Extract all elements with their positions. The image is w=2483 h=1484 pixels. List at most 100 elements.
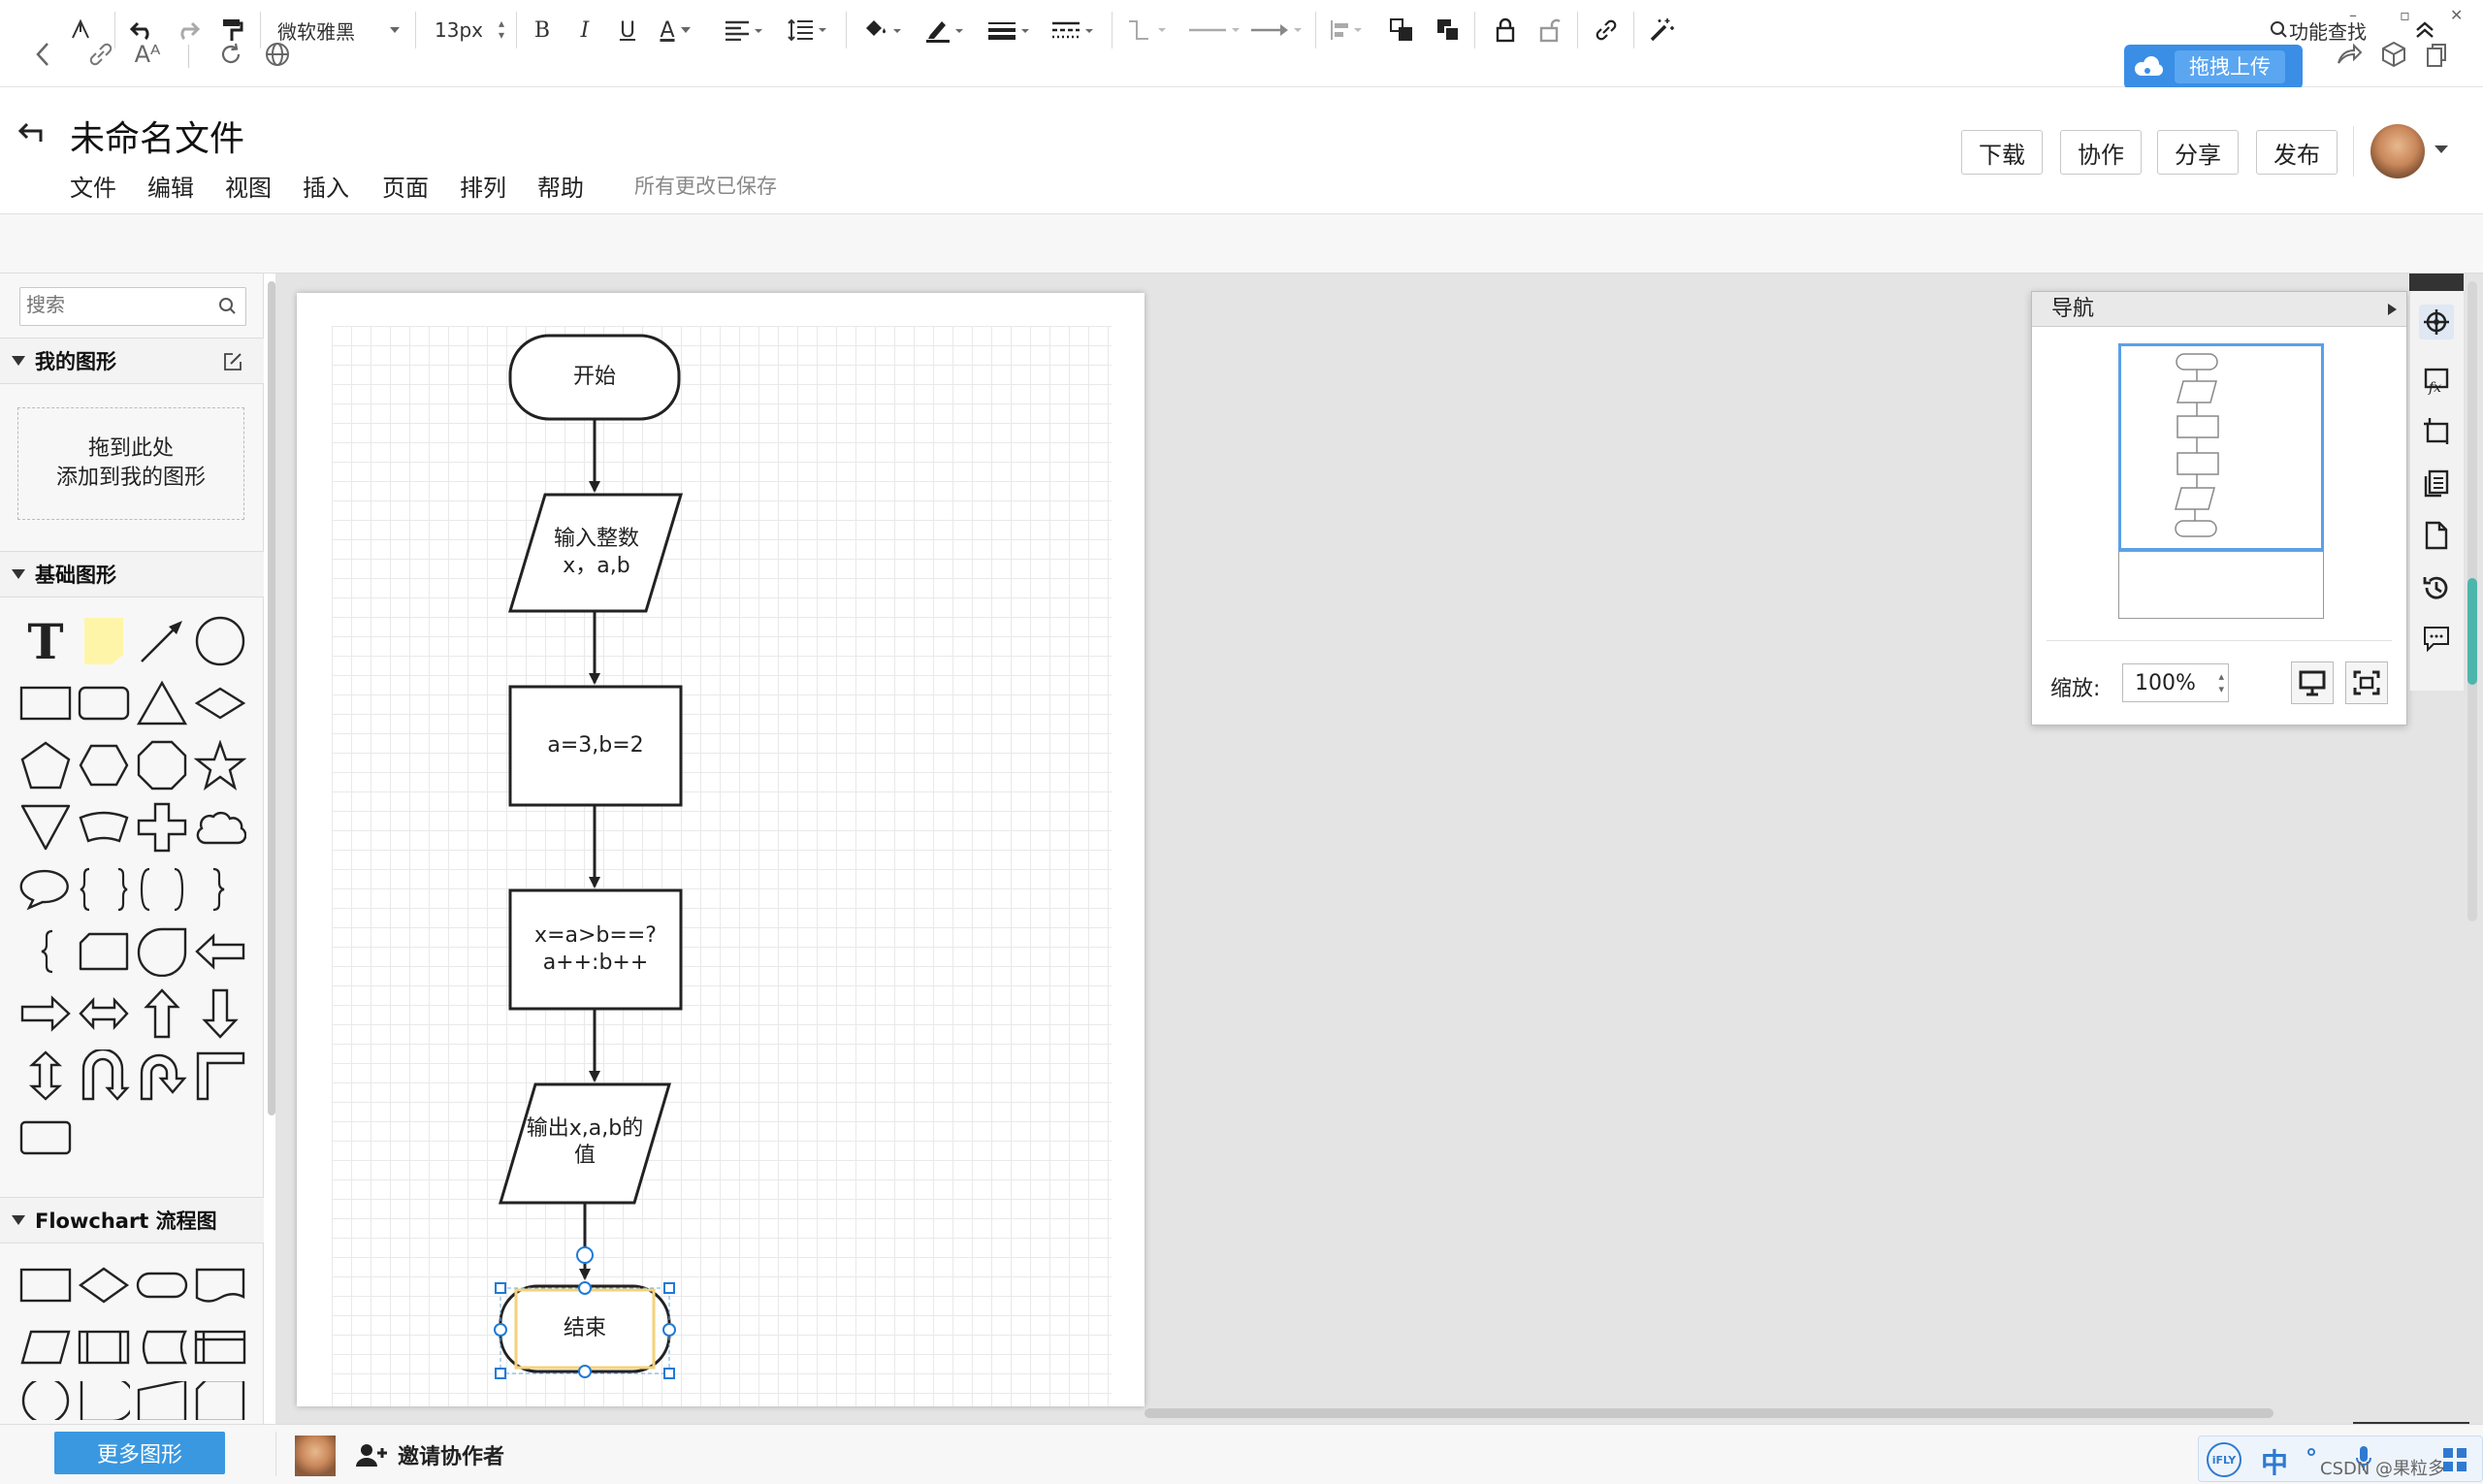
- edit-shapes-icon[interactable]: [223, 352, 242, 371]
- menu-arrange[interactable]: 排列: [460, 169, 506, 203]
- document-title[interactable]: 未命名文件: [70, 111, 244, 161]
- cloud-shape[interactable]: [192, 799, 248, 855]
- collaborator-avatar[interactable]: [295, 1436, 336, 1476]
- caret-down-icon[interactable]: [2435, 145, 2448, 153]
- ime-language-toggle[interactable]: 中: [2261, 1442, 2288, 1481]
- expand-arrow-icon[interactable]: [2388, 304, 2397, 315]
- line-end-icon[interactable]: [1245, 12, 1307, 48]
- invite-collaborators-button[interactable]: 邀请协作者: [355, 1439, 504, 1470]
- left-panel-scrollbar[interactable]: [268, 281, 275, 1115]
- font-color-button[interactable]: A: [656, 12, 694, 48]
- zoom-stepper-icon[interactable]: ▴ ▾: [2218, 670, 2224, 695]
- bold-button[interactable]: B: [528, 12, 557, 48]
- feature-search-button[interactable]: 功能查找: [2260, 12, 2376, 48]
- rounded-rectangle-shape[interactable]: [76, 675, 132, 731]
- back-to-home-icon[interactable]: [17, 120, 47, 144]
- section-basic-shapes[interactable]: 基础图形: [0, 551, 264, 597]
- section-my-shapes[interactable]: 我的图形: [0, 338, 264, 384]
- back-icon[interactable]: [27, 39, 58, 70]
- arrow-down-shape[interactable]: [192, 985, 248, 1042]
- italic-button[interactable]: I: [570, 12, 599, 48]
- format-panel-toggle-icon[interactable]: [64, 12, 97, 48]
- double-arrow-shape[interactable]: [76, 985, 132, 1042]
- redo-icon[interactable]: [171, 12, 204, 48]
- publish-button[interactable]: 发布: [2256, 130, 2338, 175]
- arrow-left-shape[interactable]: [192, 923, 248, 980]
- fit-page-button[interactable]: [2291, 661, 2334, 704]
- line-color-icon[interactable]: [919, 12, 970, 48]
- text-shape[interactable]: T: [17, 613, 74, 670]
- u-turn-arrow-shape[interactable]: [76, 1048, 132, 1104]
- fc-internal-storage-shape[interactable]: [192, 1319, 248, 1375]
- data-attributes-icon[interactable]: fx: [2419, 363, 2454, 398]
- user-avatar[interactable]: [2370, 124, 2425, 178]
- ime-menu-icon[interactable]: [2441, 1446, 2468, 1473]
- card-shape[interactable]: [76, 923, 132, 980]
- fit-window-button[interactable]: [2345, 661, 2388, 704]
- collapse-toolbar-icon[interactable]: [2409, 12, 2440, 48]
- menu-view[interactable]: 视图: [225, 169, 272, 203]
- arrow-right-shape[interactable]: [17, 985, 74, 1042]
- font-family-select[interactable]: 微软雅黑: [277, 14, 403, 47]
- up-down-arrow-shape[interactable]: [17, 1048, 74, 1104]
- line-style-icon[interactable]: [1046, 12, 1100, 48]
- lock-icon[interactable]: [1490, 12, 1521, 48]
- curly-braces-shape[interactable]: [76, 861, 132, 918]
- bracket-pair-shape[interactable]: [134, 861, 190, 918]
- document-icon[interactable]: [2419, 518, 2454, 553]
- menu-file[interactable]: 文件: [70, 169, 116, 203]
- comment-icon[interactable]: [2419, 621, 2454, 656]
- teardrop-shape[interactable]: [134, 923, 190, 980]
- my-shapes-drop-zone[interactable]: 拖到此处 添加到我的图形: [17, 407, 244, 520]
- collaborate-button[interactable]: 协作: [2060, 130, 2142, 175]
- fc-terminator-shape[interactable]: [134, 1257, 190, 1313]
- text-align-icon[interactable]: [718, 12, 768, 48]
- share-button[interactable]: 分享: [2157, 130, 2239, 175]
- close-window-button[interactable]: ✕: [2450, 6, 2463, 24]
- history-icon[interactable]: [2419, 570, 2454, 605]
- arrow-up-shape[interactable]: [134, 985, 190, 1042]
- menu-page[interactable]: 页面: [382, 169, 429, 203]
- fc-data-shape[interactable]: [17, 1319, 74, 1375]
- menu-edit[interactable]: 编辑: [147, 169, 194, 203]
- horizontal-scrollbar-thumb[interactable]: [1145, 1408, 2273, 1418]
- connector-type-icon[interactable]: [1121, 12, 1174, 48]
- end-node-label[interactable]: 结束: [520, 1290, 650, 1368]
- navigator-header[interactable]: 导航: [2032, 292, 2406, 327]
- underline-button[interactable]: U: [613, 12, 642, 48]
- hexagon-shape[interactable]: [76, 737, 132, 793]
- section-flowchart[interactable]: Flowchart 流程图: [0, 1197, 264, 1243]
- navigator-viewport[interactable]: [2118, 343, 2324, 551]
- fc-card-shape[interactable]: [192, 1381, 248, 1420]
- trapezoid-arc-shape[interactable]: [76, 799, 132, 855]
- inverted-triangle-shape[interactable]: [17, 799, 74, 855]
- fill-color-icon[interactable]: [857, 12, 908, 48]
- search-icon[interactable]: [218, 297, 238, 316]
- pentagon-shape[interactable]: [17, 737, 74, 793]
- right-brace-shape[interactable]: [192, 861, 248, 918]
- cube-icon[interactable]: [2378, 39, 2409, 70]
- font-size-select[interactable]: 13px ▴ ▾: [435, 14, 504, 47]
- format-painter-icon[interactable]: [215, 12, 248, 48]
- zoom-input[interactable]: 100% ▴ ▾: [2122, 663, 2229, 702]
- fc-predefined-process-shape[interactable]: [76, 1319, 132, 1375]
- callout-shape[interactable]: [17, 861, 74, 918]
- more-shapes-button[interactable]: 更多图形: [54, 1432, 225, 1474]
- ime-punctuation-icon[interactable]: [2307, 1448, 2315, 1456]
- fc-document-shape[interactable]: [192, 1257, 248, 1313]
- undo-icon[interactable]: [126, 12, 159, 48]
- fc-stored-data-shape[interactable]: [134, 1319, 190, 1375]
- magic-wand-icon[interactable]: [1645, 12, 1678, 48]
- curved-arrow-shape[interactable]: [134, 1048, 190, 1104]
- circle-shape[interactable]: [192, 613, 248, 669]
- left-brace-shape[interactable]: [17, 923, 74, 980]
- bring-to-front-icon[interactable]: [1385, 12, 1418, 48]
- fc-manual-input-shape[interactable]: [134, 1381, 190, 1420]
- corner-shape[interactable]: [192, 1048, 248, 1104]
- fc-connector-shape[interactable]: [17, 1381, 74, 1420]
- menu-insert[interactable]: 插入: [303, 169, 349, 203]
- shape-search-input[interactable]: [26, 288, 201, 323]
- arrow-line-shape[interactable]: [134, 613, 190, 669]
- canvas-grid[interactable]: [332, 326, 1112, 1406]
- send-to-back-icon[interactable]: [1432, 12, 1465, 48]
